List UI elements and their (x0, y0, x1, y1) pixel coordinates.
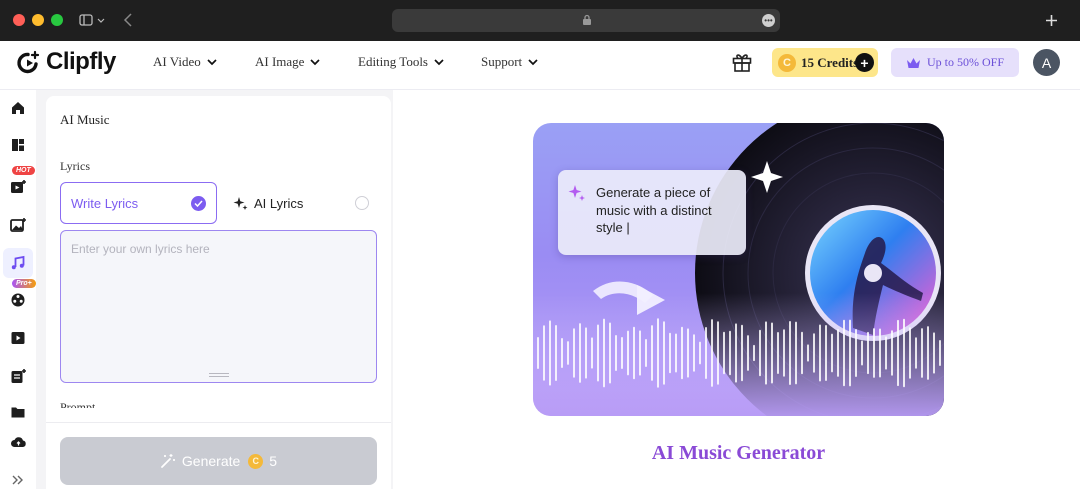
sidebar-item-home[interactable] (8, 98, 28, 118)
music-icon (11, 255, 25, 270)
offer-label: Up to 50% OFF (926, 55, 1004, 69)
image-plus-icon (9, 218, 26, 232)
brand-name[interactable]: Clipfly (46, 48, 116, 76)
cloud-icon (10, 437, 26, 447)
maximize-window-button[interactable] (51, 14, 63, 26)
ai-lyrics-option[interactable]: AI Lyrics (231, 182, 377, 224)
checkmark-icon (191, 196, 206, 211)
chevron-down-icon (434, 58, 444, 65)
sidebar-item-ai-image[interactable] (8, 215, 28, 235)
add-credits-icon[interactable]: + (855, 53, 874, 72)
vinyl-record-illustration (533, 123, 944, 416)
chevron-down-icon (207, 58, 217, 65)
prompt-label: Prompt (60, 400, 96, 408)
generate-label: Generate (181, 453, 241, 469)
sidebar-item-dashboard[interactable] (8, 135, 28, 155)
home-icon (12, 102, 24, 114)
generate-button[interactable]: Generate C 5 (60, 437, 377, 485)
lyrics-placeholder: Enter your own lyrics here (71, 242, 210, 256)
panel-title: AI Music (60, 112, 110, 127)
more-options-icon[interactable]: ••• (762, 14, 775, 27)
sparkle-icon (568, 185, 585, 201)
sidebar-item-files[interactable] (8, 402, 28, 422)
prompt-text: Generate a piece of music with a distinc… (596, 185, 712, 235)
page-title: AI Music Generator (651, 442, 826, 464)
reel-icon (11, 293, 25, 307)
coin-icon: C (248, 453, 264, 469)
menu-label: Support (481, 54, 523, 69)
browser-chrome: ••• (0, 0, 1080, 41)
coin-icon: C (778, 53, 796, 72)
expand-icon (12, 475, 23, 485)
resize-handle-icon[interactable] (209, 373, 229, 377)
left-sidebar: HOT Pro+ (0, 90, 36, 489)
sidebar-item-cloud[interactable] (8, 432, 28, 452)
chevron-down-icon[interactable] (97, 18, 105, 24)
menu-ai-image[interactable]: AI Image (255, 54, 321, 70)
gift-icon[interactable] (731, 51, 753, 73)
sidebar-item-document[interactable] (8, 366, 28, 386)
prompt-bubble: Generate a piece of music with a distinc… (558, 170, 746, 255)
back-arrow-icon[interactable] (123, 13, 133, 27)
avatar[interactable]: A (1033, 49, 1060, 76)
option-label: AI Lyrics (254, 195, 304, 211)
credits-button[interactable]: C 15 Credits + (772, 48, 878, 77)
hot-badge: HOT (12, 166, 35, 175)
sparkle-icon (233, 196, 248, 210)
lyrics-textarea[interactable]: Enter your own lyrics here (60, 230, 377, 383)
sidebar-item-player[interactable] (8, 328, 28, 348)
top-navigation: Clipfly AI Video AI Image Editing Tools … (0, 41, 1080, 90)
lyrics-label: Lyrics (60, 159, 90, 173)
sidebar-item-ai-music[interactable] (3, 248, 33, 278)
sidebar-expand[interactable] (8, 470, 28, 490)
video-plus-icon (10, 180, 26, 193)
menu-label: AI Video (153, 54, 201, 69)
menu-support[interactable]: Support (481, 54, 538, 70)
discount-offer-button[interactable]: Up to 50% OFF (891, 48, 1019, 77)
pro-badge: Pro+ (12, 279, 36, 288)
document-plus-icon (11, 369, 26, 383)
radio-button[interactable] (355, 196, 369, 210)
hero-banner: Generate a piece of music with a distinc… (533, 123, 944, 416)
address-bar[interactable]: ••• (392, 9, 780, 32)
menu-editing-tools[interactable]: Editing Tools (358, 54, 444, 70)
magic-wand-icon (161, 454, 175, 468)
chevron-down-icon (310, 58, 321, 65)
credits-label: 15 Credits (801, 54, 859, 70)
generate-cost: 5 (269, 453, 278, 469)
dashboard-icon (12, 139, 24, 151)
sidebar-item-ai-video[interactable] (8, 177, 28, 197)
sidebar-item-reel[interactable] (8, 290, 28, 310)
folder-icon (11, 407, 25, 418)
play-icon (11, 332, 25, 344)
menu-label: AI Image (255, 54, 305, 69)
ai-music-panel: AI Music Lyrics Write Lyrics AI Lyrics E… (46, 96, 391, 489)
close-window-button[interactable] (13, 14, 25, 26)
new-tab-icon[interactable] (1045, 14, 1058, 27)
chevron-down-icon (528, 58, 538, 65)
minimize-window-button[interactable] (32, 14, 44, 26)
crown-icon (906, 57, 920, 68)
lock-icon (583, 14, 591, 25)
menu-label: Editing Tools (358, 54, 428, 69)
generate-footer: Generate C 5 (46, 422, 391, 489)
clipfly-logo-icon[interactable] (16, 50, 42, 76)
sidebar-toggle-icon[interactable] (79, 13, 93, 27)
menu-ai-video[interactable]: AI Video (153, 54, 217, 70)
option-label: Write Lyrics (71, 195, 139, 211)
write-lyrics-option[interactable]: Write Lyrics (60, 182, 217, 224)
